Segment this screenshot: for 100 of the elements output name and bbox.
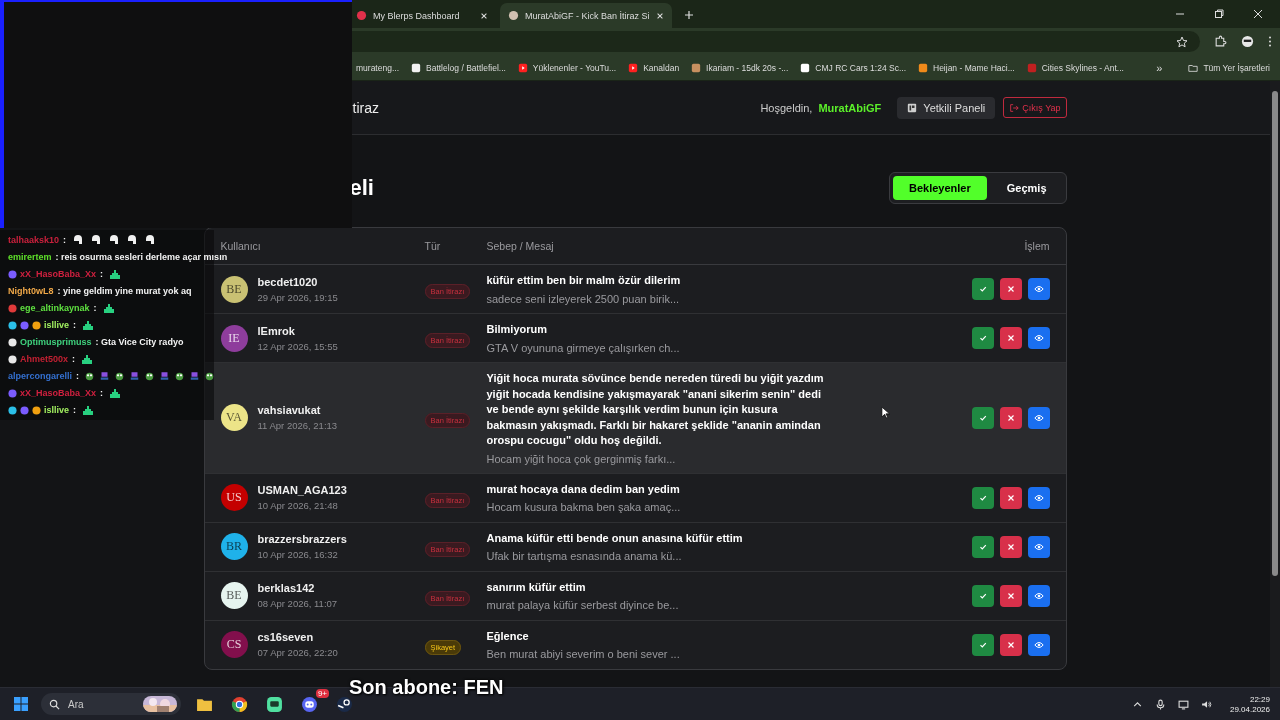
date-text: 08 Apr 2026, 11:07: [257, 598, 338, 609]
chat-message: :: [72, 354, 76, 364]
all-bookmarks-button[interactable]: Tüm Yer İşaretleri: [1188, 62, 1270, 73]
approve-button[interactable]: [971, 633, 994, 656]
favicon-icon: [628, 62, 639, 73]
close-icon[interactable]: [480, 11, 488, 20]
chat-message: : yine geldim yine murat yok aq: [57, 286, 192, 296]
panel-icon: [907, 102, 918, 113]
reason-title: Anama küfür etti bende onun anasına küfür ettim: [486, 530, 744, 546]
admin-panel-button[interactable]: Yetkili Paneli: [897, 96, 996, 119]
emote-icon: [100, 370, 110, 382]
message-preview: Hocam yiğit hoca çok gerginmiş farkı...: [486, 452, 677, 465]
avatar: CS: [220, 631, 248, 658]
reason-title: sanırım küfür ettim: [486, 579, 587, 595]
username: brazzersbrazzers: [257, 533, 347, 545]
eye-icon-button[interactable]: [1027, 633, 1050, 656]
eye-icon: [1033, 541, 1044, 552]
eye-icon-button[interactable]: [1027, 278, 1050, 300]
reason-title: murat hocaya dana dedim ban yedim: [486, 481, 681, 497]
bookmark[interactable]: Ikariam - 15dk 20s -...: [691, 62, 789, 73]
reject-button[interactable]: [999, 406, 1022, 429]
approve-button[interactable]: [971, 327, 994, 349]
approve-button[interactable]: [971, 584, 994, 607]
bookmark[interactable]: Cities Skylines - Ant...: [1026, 62, 1124, 73]
profile-icon[interactable]: [1241, 35, 1254, 48]
chat-username: Ahmet500x: [20, 354, 69, 364]
close-icon[interactable]: [655, 11, 664, 20]
emote-icon: [102, 302, 115, 314]
approve-button[interactable]: [971, 535, 994, 558]
bookmark[interactable]: Heijan - Mame Haci...: [918, 62, 1015, 73]
emote-icon: [90, 234, 103, 246]
logout-button[interactable]: Çıkış Yap: [1003, 97, 1067, 118]
reject-button[interactable]: [999, 278, 1022, 300]
eye-icon-button[interactable]: [1027, 406, 1050, 429]
chat-message: :: [93, 303, 97, 313]
approve-button[interactable]: [971, 486, 994, 509]
date-text: 29.04.2026: [1229, 704, 1270, 714]
discord-icon[interactable]: [301, 695, 318, 713]
reject-button[interactable]: [999, 535, 1022, 558]
scrollbar-thumb[interactable]: [1272, 91, 1278, 576]
eye-icon-button[interactable]: [1027, 535, 1050, 558]
puzzle-icon[interactable]: [1214, 35, 1227, 48]
chat-app-icon[interactable]: [266, 695, 283, 713]
favicon-icon: [356, 10, 367, 21]
chat-message: :: [73, 405, 77, 415]
reason-title: Yiğit hoca murata sövünce bende nereden türedi bu yiğit yazdım yiğit hocada kendisine yakışmayarak "anani sikerim senin" dedi ve bende aynı şekilde karşılık verdim bunun için kusura bakmasın yakışmadı. Farklı bir hakaret şeklide "ananin amindan orospu cocugu" oldu hoş değildi.: [486, 371, 825, 448]
reject-button[interactable]: [999, 633, 1022, 656]
reject-button[interactable]: [999, 327, 1022, 349]
date-text: 07 Apr 2026, 22:20: [257, 647, 338, 658]
chat-username: ege_altinkaynak: [20, 303, 90, 313]
emote-icon: [175, 370, 185, 382]
menu-icon[interactable]: [1268, 35, 1272, 48]
bookmark[interactable]: Yüklenenler - YouTu...: [517, 62, 617, 73]
bookmark[interactable]: Battlelog / Battlefiel...: [411, 62, 506, 73]
chat-username: Night0wL8: [8, 286, 54, 296]
star-icon[interactable]: [1176, 35, 1188, 48]
steam-icon[interactable]: [336, 695, 353, 713]
browser-icon[interactable]: [231, 695, 248, 713]
more-bookmarks-button[interactable]: »: [1156, 61, 1163, 74]
search-field[interactable]: Ara: [41, 693, 181, 715]
close-icon: [1005, 412, 1016, 423]
microphone-icon[interactable]: [1154, 698, 1166, 710]
approve-button[interactable]: [971, 406, 994, 429]
eye-icon-button[interactable]: [1027, 584, 1050, 607]
emote-icon: [85, 370, 95, 382]
avatar: IE: [220, 324, 248, 352]
browser-tab[interactable]: MuratAbiGF - Kick Ban İtiraz Si: [500, 3, 672, 28]
close-icon[interactable]: [1253, 9, 1263, 19]
filter-button[interactable]: Geçmiş: [990, 176, 1063, 200]
eye-icon-button[interactable]: [1027, 486, 1050, 509]
browser-tab[interactable]: My Blerps Dashboard: [348, 3, 496, 28]
bookmark[interactable]: murateng...: [356, 62, 399, 73]
chat-message: :: [73, 320, 77, 330]
approve-button[interactable]: [971, 278, 994, 300]
filter-button[interactable]: Bekleyenler: [893, 176, 987, 200]
chat-username: xX_HasoBaba_Xx: [20, 388, 97, 398]
favicon-icon: [411, 62, 421, 73]
restore-icon[interactable]: [1214, 9, 1224, 19]
start-icon[interactable]: [13, 696, 29, 712]
emote-icon: [144, 234, 157, 246]
eye-icon: [1033, 284, 1044, 294]
chat-username: isllive: [44, 405, 70, 415]
close-icon: [1005, 590, 1016, 601]
reject-button[interactable]: [999, 584, 1022, 607]
reject-button[interactable]: [999, 486, 1022, 509]
message-preview: murat palaya küfür serbest diyince be...: [486, 599, 680, 612]
bookmark[interactable]: Kanaldan: [628, 62, 680, 73]
chat-username: emirertem: [8, 252, 52, 262]
favicon-icon: [508, 10, 519, 21]
clock[interactable]: 22:29 29.04.2026: [1229, 694, 1270, 714]
bookmark[interactable]: CMJ RC Cars 1:24 Sc...: [800, 62, 906, 73]
chat-message: :: [76, 371, 80, 381]
table-row[interactable]: [204, 363, 1066, 474]
eye-icon-button[interactable]: [1027, 327, 1050, 349]
new-tab-icon[interactable]: [683, 10, 694, 20]
favicon-icon: [918, 62, 928, 73]
site-title: tiraz: [351, 99, 379, 116]
emote-icon: [160, 370, 170, 382]
monitor-icon[interactable]: [1177, 698, 1189, 710]
username: cs16seven: [257, 631, 315, 643]
